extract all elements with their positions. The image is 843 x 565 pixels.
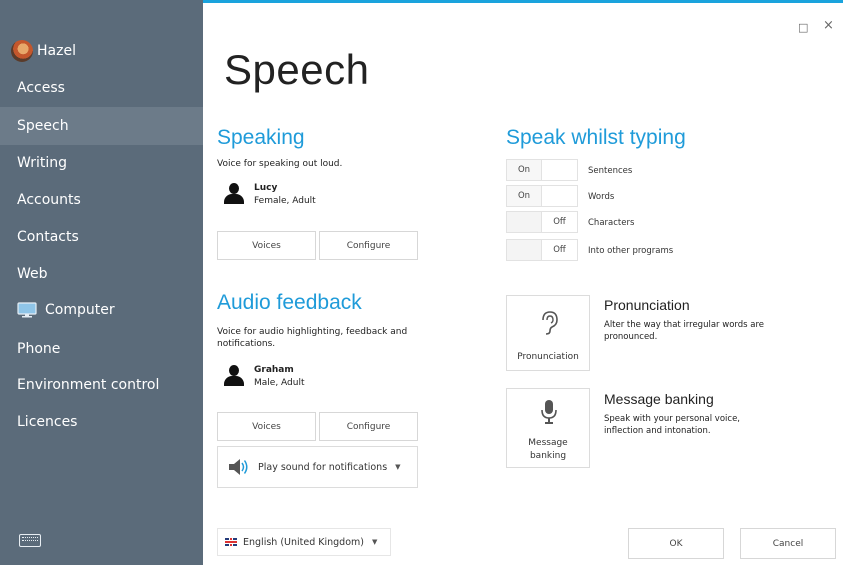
sidebar-item-licences[interactable]: Licences (0, 403, 203, 441)
voice-name: Lucy (254, 183, 278, 193)
audio-feedback-title: Audio feedback (217, 291, 362, 314)
sidebar-item-writing[interactable]: Writing (0, 144, 203, 182)
sidebar: Hazel Access Speech Writing Accounts Con… (0, 0, 203, 565)
ear-icon (542, 311, 558, 335)
avatar (11, 40, 33, 62)
message-banking-description: Speak with your personal voice, inflecti… (604, 414, 741, 436)
notification-option-label: Play sound for notifications (258, 461, 388, 473)
sidebar-item-label: Contacts (17, 229, 79, 245)
toggle-other-programs[interactable]: Off (506, 239, 578, 261)
audio-feedback-voice: Graham Male, Adult (224, 365, 304, 390)
toggle-on: On (507, 160, 543, 180)
toggle-characters[interactable]: Off (506, 211, 578, 233)
page-title: Speech (224, 46, 370, 93)
message-banking-tile-label: Message banking (528, 438, 568, 461)
pronunciation-description: Alter the way that irregular words are p… (604, 320, 765, 342)
sidebar-item-web[interactable]: Web (0, 255, 203, 293)
toggle-label-characters: Characters (588, 218, 635, 228)
sidebar-item-access[interactable]: Access (0, 69, 203, 107)
toggle-off: Off (542, 240, 577, 260)
toggle-label-sentences: Sentences (588, 166, 633, 176)
toggle-off: Off (542, 212, 577, 232)
toggle-off-slot (542, 186, 577, 206)
voice-name: Graham (254, 365, 294, 375)
sidebar-item-label: Phone (17, 341, 61, 357)
keyboard-icon[interactable] (19, 534, 41, 547)
sidebar-item-computer[interactable]: Computer (0, 291, 203, 329)
language-label: English (United Kingdom) (243, 536, 364, 548)
voice-meta: Male, Adult (254, 378, 305, 388)
sidebar-item-label: Web (17, 266, 48, 282)
language-selector[interactable]: English (United Kingdom) ▼ (217, 528, 391, 556)
main-panel: □ × Speech Speaking Voice for speaking o… (203, 0, 843, 565)
sidebar-item-label: Writing (17, 155, 67, 171)
audio-feedback-description: Voice for audio highlighting, feedback a… (217, 327, 408, 349)
person-icon (224, 183, 244, 205)
pronunciation-title: Pronunciation (604, 297, 690, 313)
toggle-label-words: Words (588, 192, 615, 202)
message-banking-tile[interactable]: Message banking (506, 388, 590, 468)
chevron-down-icon: ▼ (395, 463, 401, 471)
toggle-on-slot (507, 212, 543, 232)
uk-flag-icon (225, 538, 237, 546)
toggle-sentences[interactable]: On (506, 159, 578, 181)
ok-button[interactable]: OK (628, 528, 724, 559)
sidebar-item-phone[interactable]: Phone (0, 330, 203, 368)
sidebar-item-label: Accounts (17, 192, 81, 208)
voice-meta: Female, Adult (254, 196, 316, 206)
speaking-configure-button[interactable]: Configure (319, 231, 418, 260)
toggle-words[interactable]: On (506, 185, 578, 207)
sidebar-item-label: Access (17, 80, 65, 96)
monitor-icon (17, 302, 37, 318)
message-banking-title: Message banking (604, 391, 714, 407)
user-name: Hazel (37, 43, 76, 59)
close-button[interactable]: × (823, 18, 834, 33)
person-icon (224, 365, 244, 387)
speak-whilst-typing-title: Speak whilst typing (506, 126, 686, 149)
speaker-icon (229, 459, 248, 475)
audio-voices-button[interactable]: Voices (217, 412, 316, 441)
sidebar-item-label: Computer (45, 302, 115, 318)
toggle-on: On (507, 186, 543, 206)
maximize-button[interactable]: □ (798, 21, 808, 34)
sidebar-item-label: Environment control (17, 377, 160, 393)
sidebar-item-contacts[interactable]: Contacts (0, 218, 203, 256)
microphone-icon (541, 400, 557, 424)
sidebar-item-label: Speech (17, 118, 69, 134)
speaking-voice: Lucy Female, Adult (224, 183, 316, 208)
speaking-voices-button[interactable]: Voices (217, 231, 316, 260)
speaking-description: Voice for speaking out loud. (217, 159, 343, 169)
toggle-on-slot (507, 240, 543, 260)
pronunciation-tile-label: Pronunciation (517, 352, 579, 362)
pronunciation-tile[interactable]: Pronunciation (506, 295, 590, 371)
user-profile[interactable]: Hazel (11, 38, 76, 64)
sidebar-item-speech[interactable]: Speech (0, 107, 203, 145)
audio-configure-button[interactable]: Configure (319, 412, 418, 441)
notification-sound-dropdown[interactable]: Play sound for notifications ▼ (217, 446, 418, 488)
sidebar-item-environment-control[interactable]: Environment control (0, 366, 203, 404)
sidebar-item-accounts[interactable]: Accounts (0, 181, 203, 219)
chevron-down-icon: ▼ (372, 538, 378, 546)
toggle-off-slot (542, 160, 577, 180)
toggle-label-other-programs: Into other programs (588, 246, 674, 256)
sidebar-item-label: Licences (17, 414, 78, 430)
cancel-button[interactable]: Cancel (740, 528, 836, 559)
speaking-title: Speaking (217, 126, 305, 149)
